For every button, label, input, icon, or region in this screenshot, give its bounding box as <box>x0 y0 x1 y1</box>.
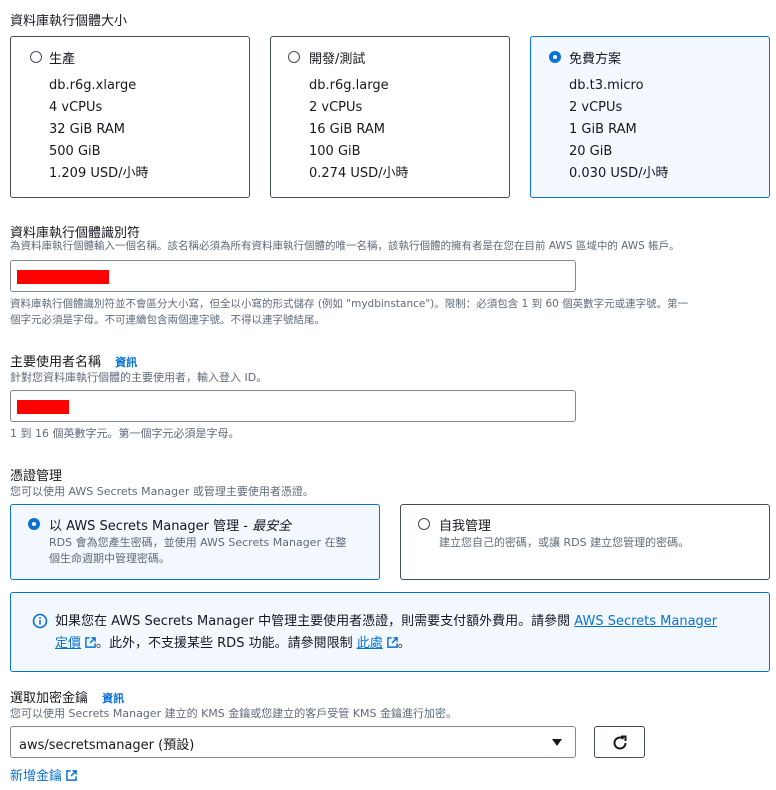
spec-price: 0.274 USD/小時 <box>309 166 409 181</box>
master-user-label: 主要使用者名稱 資訊 <box>10 351 137 370</box>
credential-option-secrets-manager[interactable]: 以 AWS Secrets Manager 管理 - 最安全 RDS 會為您產生… <box>10 504 380 580</box>
spec-storage: 20 GiB <box>569 144 613 159</box>
option-card-devtest[interactable]: 開發/測試 db.r6g.large 2 vCPUs 16 GiB RAM 10… <box>270 36 510 198</box>
notice-text: 如果您在 AWS Secrets Manager 中管理主要使用者憑證，則需要支… <box>55 611 755 655</box>
master-user-constraint: 1 到 16 個英數字元。第一個字元必須是字母。 <box>10 427 240 440</box>
spec-price: 0.030 USD/小時 <box>569 166 669 181</box>
credentials-label: 憑證管理 <box>10 469 63 484</box>
spec-vcpu: 2 vCPUs <box>309 100 363 115</box>
secrets-manager-cost-notice: 如果您在 AWS Secrets Manager 中管理主要使用者憑證，則需要支… <box>10 592 770 672</box>
spec-vcpu: 4 vCPUs <box>49 100 103 115</box>
credential-option-title-emphasis: 最安全 <box>252 519 292 534</box>
credential-option-self-managed[interactable]: 自我管理 建立您自己的密碼，或讓 RDS 建立您管理的密碼。 <box>400 504 770 580</box>
option-specs-free-tier: db.t3.micro 2 vCPUs 1 GiB RAM 20 GiB 0.0… <box>569 75 669 185</box>
option-specs-devtest: db.r6g.large 2 vCPUs 16 GiB RAM 100 GiB … <box>309 75 409 185</box>
master-user-info-link[interactable]: 資訊 <box>115 356 137 369</box>
spec-ram: 16 GiB RAM <box>309 122 386 137</box>
spec-ram: 1 GiB RAM <box>569 122 637 137</box>
refresh-icon <box>613 735 627 750</box>
external-link-icon <box>386 637 398 648</box>
radio-devtest[interactable] <box>288 51 300 63</box>
spec-price: 1.209 USD/小時 <box>49 166 149 181</box>
identifier-constraint-2: 個字元必須是字母。不可連續包含兩個連字號。不得以連字號結尾。 <box>10 314 325 326</box>
radio-secrets-manager[interactable] <box>28 518 40 530</box>
spec-class: db.r6g.xlarge <box>49 78 137 93</box>
kms-key-selected: aws/secretsmanager (預設) <box>19 738 195 753</box>
option-specs-production: db.r6g.xlarge 4 vCPUs 32 GiB RAM 500 GiB… <box>49 75 149 185</box>
instance-size-heading: 資料庫執行個體大小 <box>10 14 128 29</box>
credential-option-desc: 建立您自己的密碼，或讓 RDS 建立您管理的密碼。 <box>439 536 690 549</box>
spec-ram: 32 GiB RAM <box>49 122 126 137</box>
master-user-input[interactable] <box>10 390 576 422</box>
master-user-description: 針對您資料庫執行個體的主要使用者，輸入登入 ID。 <box>10 371 268 384</box>
credential-option-title-text: 以 AWS Secrets Manager 管理 - <box>49 519 253 534</box>
kms-description: 您可以使用 Secrets Manager 建立的 KMS 金鑰或您建立的客戶受… <box>10 707 457 720</box>
redacted-value <box>17 270 109 284</box>
credentials-description: 您可以使用 AWS Secrets Manager 或管理主要使用者憑證。 <box>10 485 314 498</box>
notice-text-part: 。此外，不支援某些 RDS 功能。請參閱限制 <box>96 636 353 651</box>
spec-vcpu: 2 vCPUs <box>569 100 623 115</box>
external-link-icon <box>66 770 77 781</box>
notice-text-part: 。 <box>397 636 411 651</box>
pricing-link-continued[interactable]: 定價 <box>55 636 81 651</box>
external-link-icon <box>85 637 96 648</box>
master-user-label-text: 主要使用者名稱 <box>10 355 102 370</box>
info-icon <box>32 613 48 629</box>
radio-self-managed[interactable] <box>418 518 430 530</box>
spec-class: db.t3.micro <box>569 78 644 93</box>
identifier-constraint-1: 資料庫執行個體識別符並不會區分大小寫，但全以小寫的形式儲存 (例如 "mydbi… <box>10 298 689 310</box>
credential-option-desc-line: 個生命週期中管理密碼。 <box>49 552 170 565</box>
option-card-production[interactable]: 生產 db.r6g.xlarge 4 vCPUs 32 GiB RAM 500 … <box>10 36 250 198</box>
credential-option-desc-line: RDS 會為您產生密碼，並使用 AWS Secrets Manager 在整 <box>49 536 347 549</box>
refresh-button[interactable] <box>594 726 645 758</box>
credential-option-title: 自我管理 <box>439 519 492 534</box>
new-key-link[interactable]: 新增金鑰 <box>10 765 77 784</box>
identifier-description: 為資料庫執行個體輸入一個名稱。該名稱必須為所有資料庫執行個體的唯一名稱，該執行個… <box>10 240 680 252</box>
kms-label-text: 選取加密金鑰 <box>10 691 89 706</box>
pricing-link[interactable]: AWS Secrets Manager <box>574 614 717 629</box>
credential-option-desc: RDS 會為您產生密碼，並使用 AWS Secrets Manager 在整 個… <box>49 535 346 567</box>
spec-storage: 100 GiB <box>309 144 361 159</box>
spec-class: db.r6g.large <box>309 78 389 93</box>
caret-down-icon <box>552 739 562 746</box>
option-title-devtest: 開發/測試 <box>309 52 366 67</box>
option-title-free-tier: 免費方案 <box>569 52 622 67</box>
kms-key-select[interactable]: aws/secretsmanager (預設) <box>10 726 576 758</box>
spec-storage: 500 GiB <box>49 144 101 159</box>
radio-free-tier[interactable] <box>549 51 561 63</box>
kms-label: 選取加密金鑰 資訊 <box>10 687 124 706</box>
credential-option-title: 以 AWS Secrets Manager 管理 - 最安全 <box>49 515 291 534</box>
new-key-link-text[interactable]: 新增金鑰 <box>10 769 62 784</box>
notice-text-part: 如果您在 AWS Secrets Manager 中管理主要使用者憑證，則需要支… <box>55 614 571 629</box>
radio-production[interactable] <box>30 51 42 63</box>
option-card-free-tier[interactable]: 免費方案 db.t3.micro 2 vCPUs 1 GiB RAM 20 Gi… <box>530 36 770 198</box>
redacted-value <box>17 400 69 414</box>
kms-info-link[interactable]: 資訊 <box>102 692 124 705</box>
limitations-link[interactable]: 此處 <box>357 636 383 651</box>
identifier-input[interactable] <box>10 260 576 292</box>
option-title-production: 生產 <box>49 52 76 67</box>
